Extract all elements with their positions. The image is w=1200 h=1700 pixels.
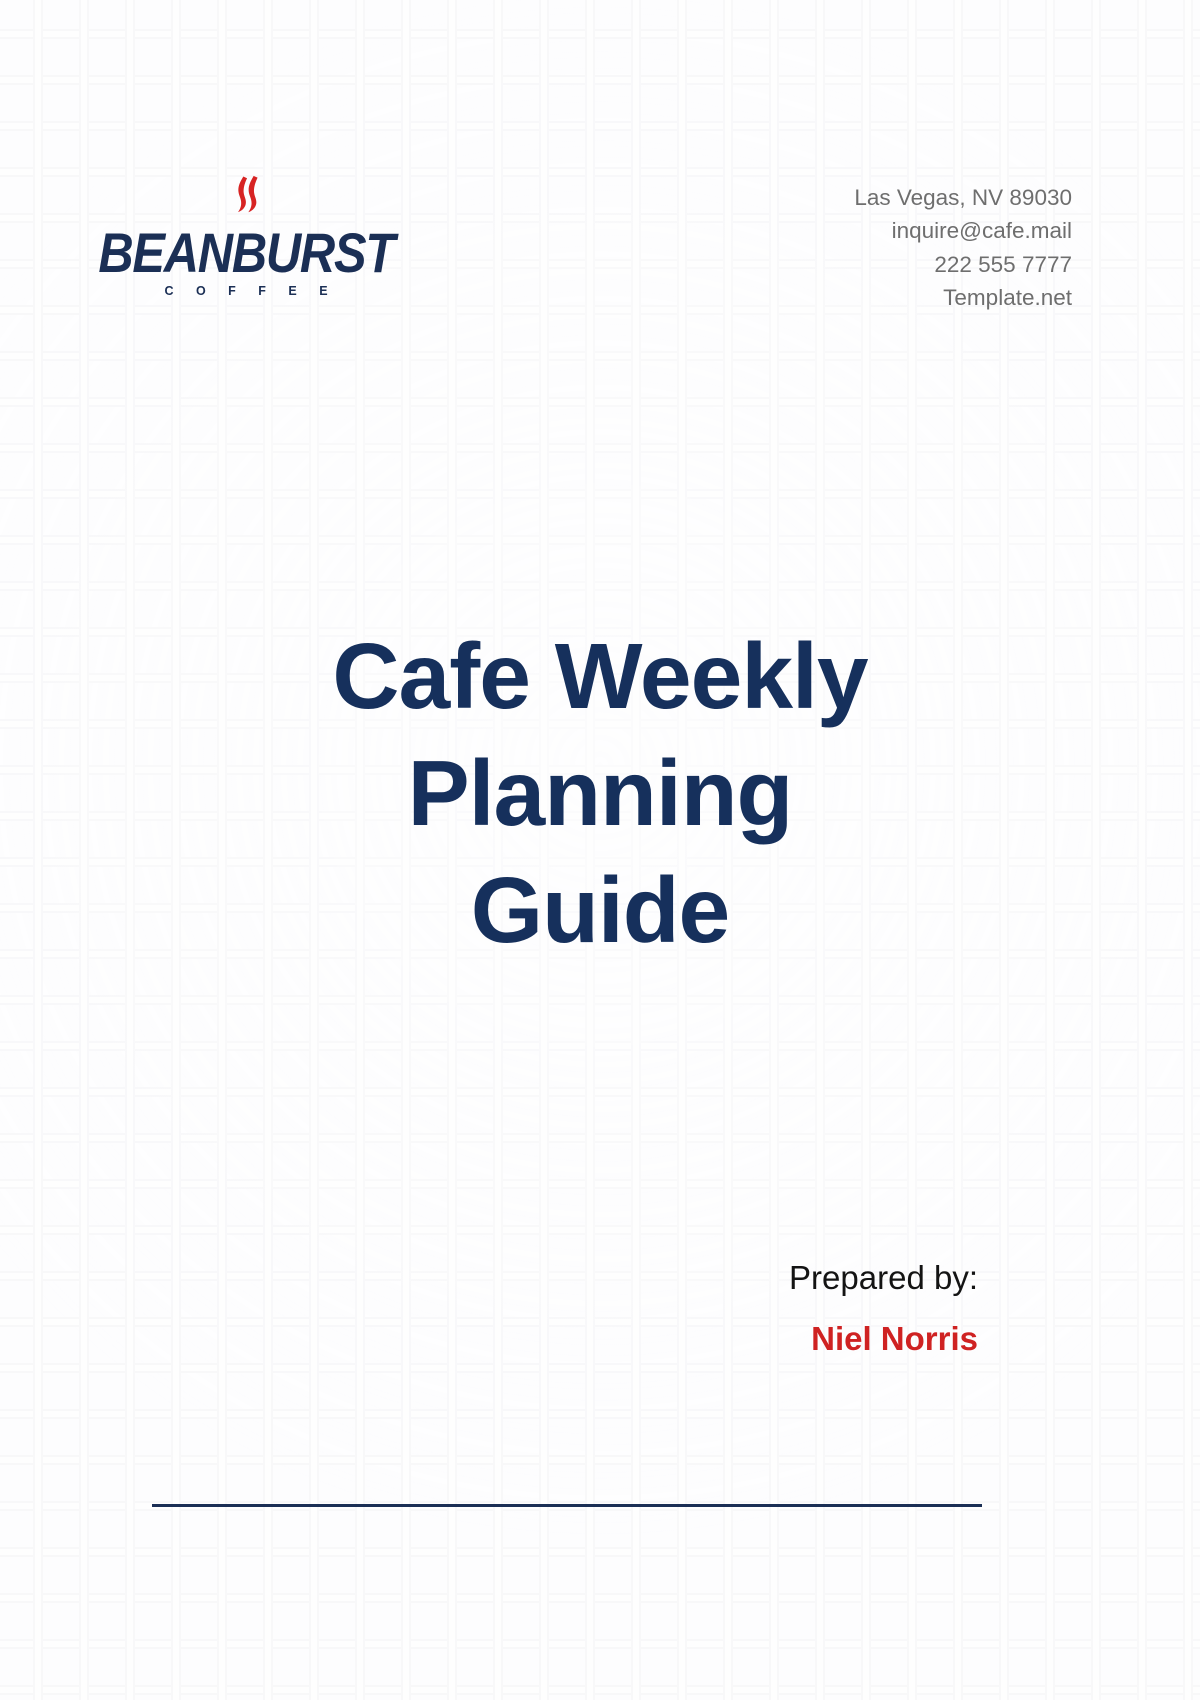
contact-address: Las Vegas, NV 89030 (854, 185, 1072, 210)
page-title-line-3: Guide (470, 858, 731, 963)
prepared-by-block: Prepared by: Niel Norris (0, 1253, 1200, 1365)
page-title-line-1: Cafe Weekly (332, 624, 868, 728)
page-content: BEANBURST C O F F E E Las Vegas, NV 8903… (0, 0, 1200, 1700)
brand-logo: BEANBURST C O F F E E (98, 175, 395, 298)
contact-info: Las Vegas, NV 89030 inquire@cafe.mail 22… (854, 175, 1072, 314)
prepared-by-label: Prepared by: (789, 1259, 978, 1296)
contact-phone: 222 555 7777 (934, 251, 1072, 277)
footer-divider (152, 1504, 982, 1507)
page-title-line-2: Planning (407, 741, 794, 846)
contact-email: inquire@cafe.mail (891, 218, 1072, 244)
page-header: BEANBURST C O F F E E Las Vegas, NV 8903… (0, 175, 1200, 314)
brand-subtitle: C O F F E E (164, 284, 338, 298)
prepared-by-name: Niel Norris (811, 1319, 978, 1357)
coffee-steam-flame-icon (238, 175, 258, 213)
page-title: Cafe Weekly Planning Guide (150, 618, 1050, 970)
cover-page: BEANBURST C O F F E E Las Vegas, NV 8903… (0, 0, 1200, 1700)
contact-website: Template.net (943, 284, 1072, 310)
brand-wordmark: BEANBURST (98, 221, 395, 284)
